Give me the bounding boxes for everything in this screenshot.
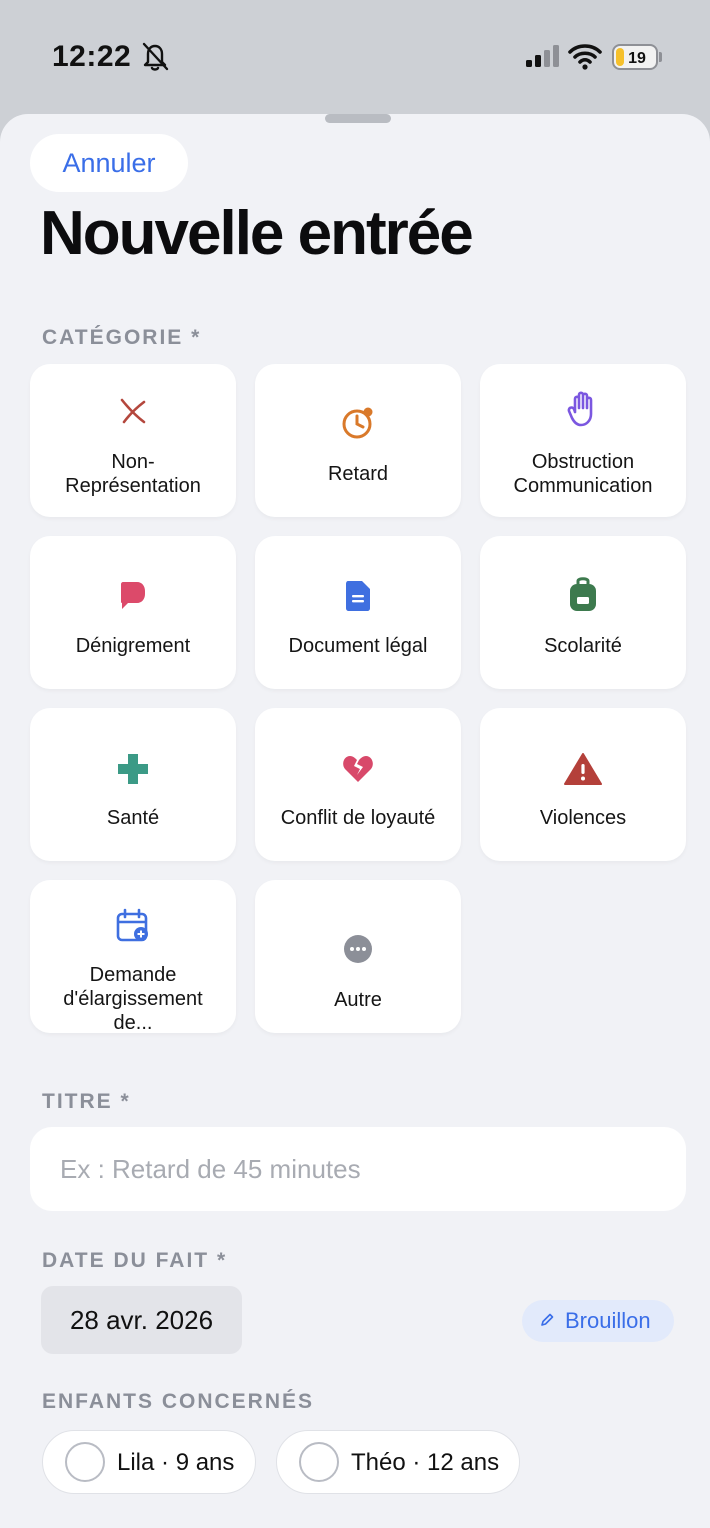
status-bar: 12:22 19 [0,0,710,116]
category-tile-document-legal[interactable]: Document légal [255,536,461,689]
child-chip-label: Théo · 12 ans [351,1449,500,1476]
status-time: 12:22 [52,40,132,73]
category-label: Dénigrement [75,635,191,657]
category-label: Conflit de loyauté [280,807,436,829]
category-label: Autre [334,989,382,1011]
title-input[interactable] [30,1127,686,1211]
date-picker-button[interactable]: 28 avr. 2026 [41,1286,242,1354]
bell-slash-icon [142,42,169,71]
medical-cross-icon [30,752,236,791]
page-title: Nouvelle entrée [40,199,474,268]
document-icon [255,580,461,617]
battery-level: 19 [628,50,646,67]
category-label: Demande d'élargissement de... [63,964,203,1034]
category-tile-non-representation[interactable]: Non- Représentation [30,364,236,517]
child-chip-theo[interactable]: Théo · 12 ans [276,1430,520,1494]
warning-triangle-icon [480,752,686,791]
radio-unchecked-icon [299,1442,339,1482]
title-section-label: TITRE * [42,1090,131,1113]
child-chip-lila[interactable]: Lila · 9 ans [42,1430,256,1494]
pencil-icon [541,1313,554,1326]
wifi-icon [568,44,602,70]
calendar-add-icon [30,908,236,949]
category-label: Violences [539,807,627,829]
category-label: Scolarité [544,635,622,657]
battery-icon: 19 [612,44,662,70]
sheet-grabber[interactable] [325,114,391,123]
category-tile-sante[interactable]: Santé [30,708,236,861]
hand-stop-icon [480,390,686,433]
category-tile-demande-elargissement[interactable]: Demande d'élargissement de... [30,880,236,1034]
category-label: Non- Représentation [65,451,201,497]
more-dots-icon [255,934,461,969]
draft-status-badge: Brouillon [522,1300,674,1342]
category-tile-retard[interactable]: Retard [255,364,461,517]
category-tile-autre[interactable]: Autre [255,880,461,1033]
category-tile-obstruction-communication[interactable]: Obstruction Communication [480,364,686,517]
clock-alert-icon [255,404,461,447]
cross-mark-icon [30,394,236,433]
category-tile-conflit-de-loyaute[interactable]: Conflit de loyauté [255,708,461,861]
speech-bubble-icon [30,580,236,617]
broken-heart-icon [255,754,461,789]
radio-unchecked-icon [65,1442,105,1482]
category-tile-scolarite[interactable]: Scolarité [480,536,686,689]
new-entry-sheet: Annuler Nouvelle entrée CATÉGORIE * Non-… [0,114,710,1528]
draft-status-label: Brouillon [565,1308,651,1333]
category-label: Santé [106,807,160,829]
children-section-label: ENFANTS CONCERNÉS [42,1390,315,1413]
category-tile-denigrement[interactable]: Dénigrement [30,536,236,689]
signal-icon [526,45,559,67]
category-label: Document légal [288,635,428,657]
category-tile-violences[interactable]: Violences [480,708,686,861]
category-label: Retard [327,463,389,485]
cancel-button[interactable]: Annuler [30,134,188,192]
category-section-label: CATÉGORIE * [42,326,202,349]
date-section-label: DATE DU FAIT * [42,1249,228,1272]
category-label: Obstruction Communication [513,451,653,497]
backpack-icon [480,576,686,617]
child-chip-label: Lila · 9 ans [117,1449,235,1476]
